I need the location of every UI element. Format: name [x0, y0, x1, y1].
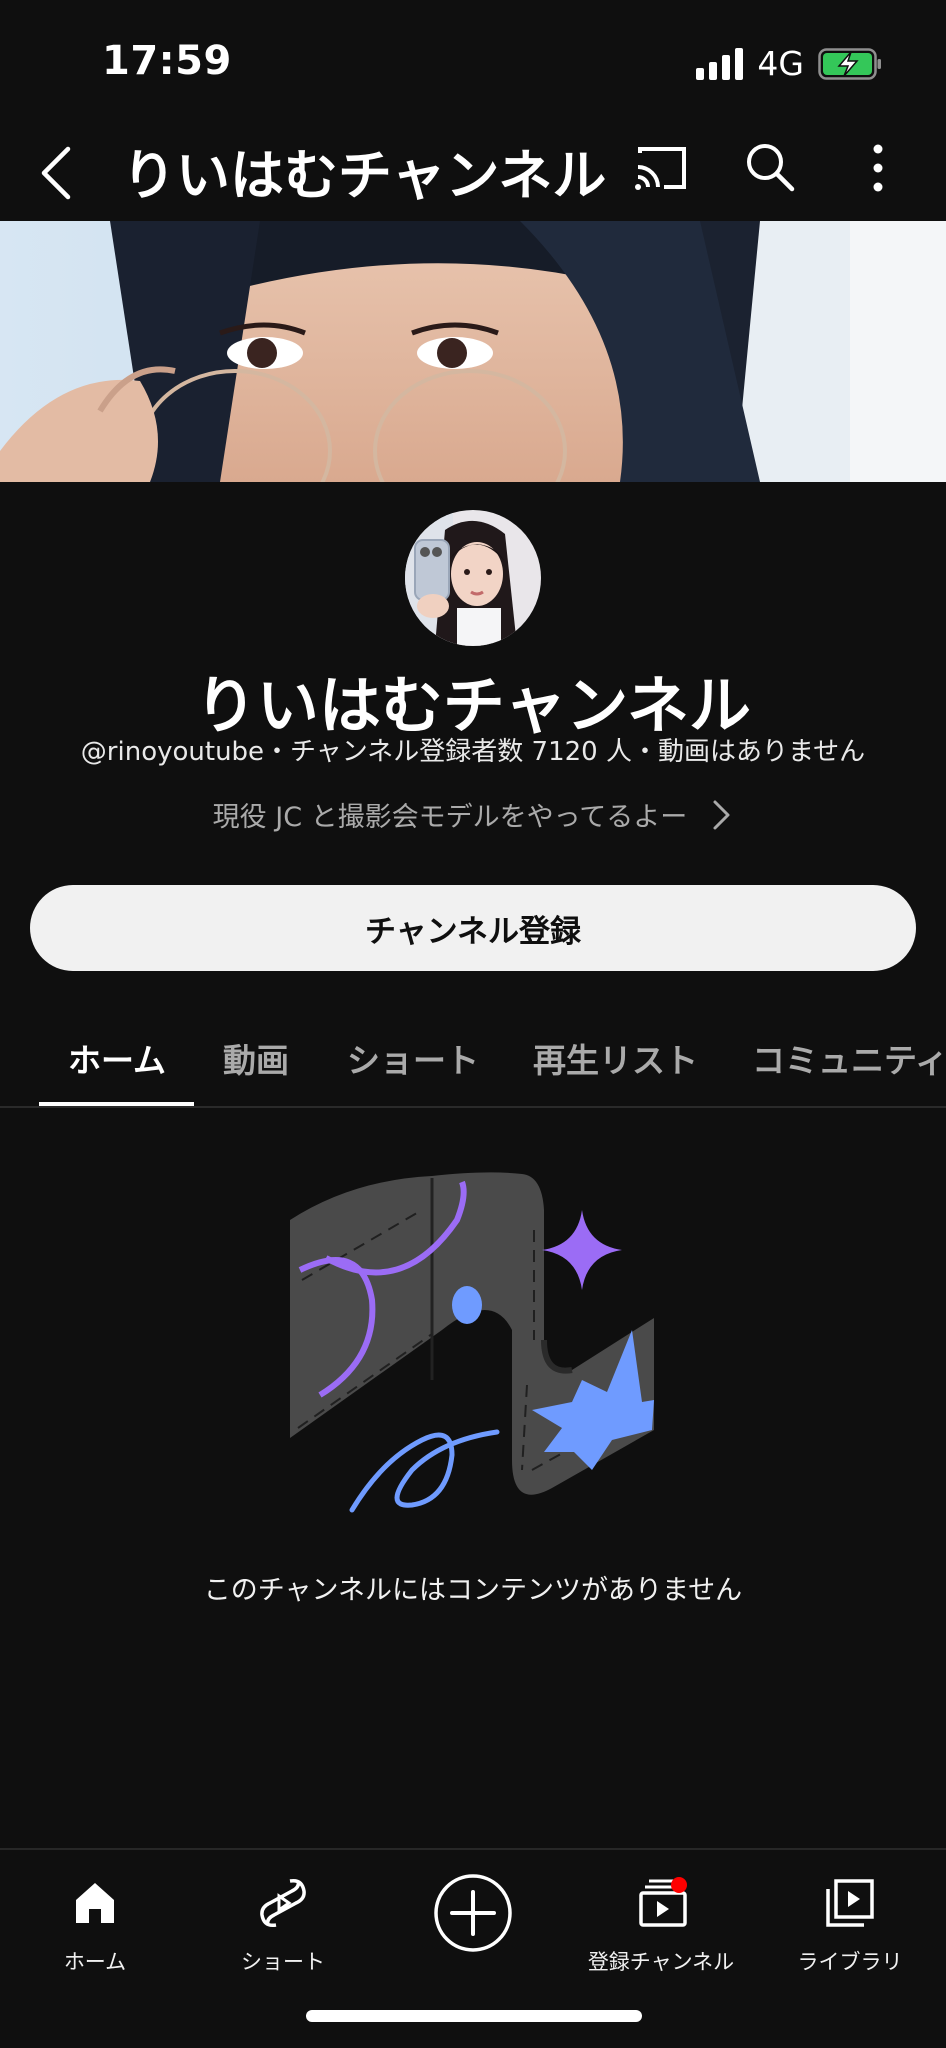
status-indicators: 4G: [696, 44, 882, 83]
tab-playlists[interactable]: 再生リスト: [533, 1034, 698, 1082]
home-indicator: [306, 2010, 642, 2022]
nav-subscriptions[interactable]: 登録チャンネル: [571, 1872, 751, 1976]
search-icon[interactable]: [744, 141, 796, 193]
empty-channel-illustration: [290, 1172, 654, 1513]
status-bar: 17:59 4G: [0, 0, 946, 115]
signal-icon: [696, 47, 744, 80]
channel-avatar[interactable]: [405, 510, 541, 646]
channel-description-text: 現役 JC と撮影会モデルをやってるよー: [212, 802, 688, 833]
chevron-right-icon: [713, 800, 730, 829]
channel-banner-image: [0, 221, 946, 482]
page-title: りいはむチャンネル: [122, 144, 607, 207]
cast-icon[interactable]: [634, 143, 690, 193]
channel-meta: @rinoyoutube・チャンネル登録者数 7120 人・動画はありません: [80, 737, 866, 767]
battery-charging-icon: [818, 47, 881, 80]
channel-description[interactable]: 現役 JC と撮影会モデルをやってるよー: [0, 795, 946, 834]
home-icon: [76, 1883, 114, 1923]
nav-home[interactable]: ホーム: [5, 1872, 185, 1976]
create-icon[interactable]: [432, 1872, 514, 1954]
network-type: 4G: [757, 44, 804, 83]
tab-community[interactable]: コミュニティ: [752, 1034, 946, 1082]
library-icon: [826, 1879, 874, 1927]
subscribe-button[interactable]: チャンネル登録: [30, 885, 916, 971]
tab-shorts[interactable]: ショート: [347, 1034, 479, 1082]
tab-home[interactable]: ホーム: [68, 1034, 166, 1082]
more-vert-icon[interactable]: [860, 139, 896, 197]
nav-library[interactable]: ライブラリ: [760, 1872, 940, 1976]
nav-home-label: ホーム: [63, 1950, 127, 1974]
tab-videos[interactable]: 動画: [223, 1034, 289, 1082]
active-tab-indicator: [39, 1102, 194, 1106]
back-arrow-icon[interactable]: [30, 135, 90, 205]
nav-library-label: ライブラリ: [797, 1950, 903, 1974]
top-app-bar: りいはむチャンネル: [0, 115, 946, 221]
nav-shorts[interactable]: ショート: [193, 1872, 373, 1976]
subscriptions-icon: [639, 1877, 687, 1927]
status-time: 17:59: [102, 38, 232, 84]
shorts-icon: [260, 1878, 306, 1928]
nav-subscriptions-label: 登録チャンネル: [587, 1950, 735, 1974]
channel-tabs: ホーム 動画 ショート 再生リスト コミュニティ: [0, 1020, 946, 1108]
nav-shorts-label: ショート: [241, 1950, 325, 1974]
empty-state-message: このチャンネルにはコンテンツがありません: [203, 1575, 743, 1606]
